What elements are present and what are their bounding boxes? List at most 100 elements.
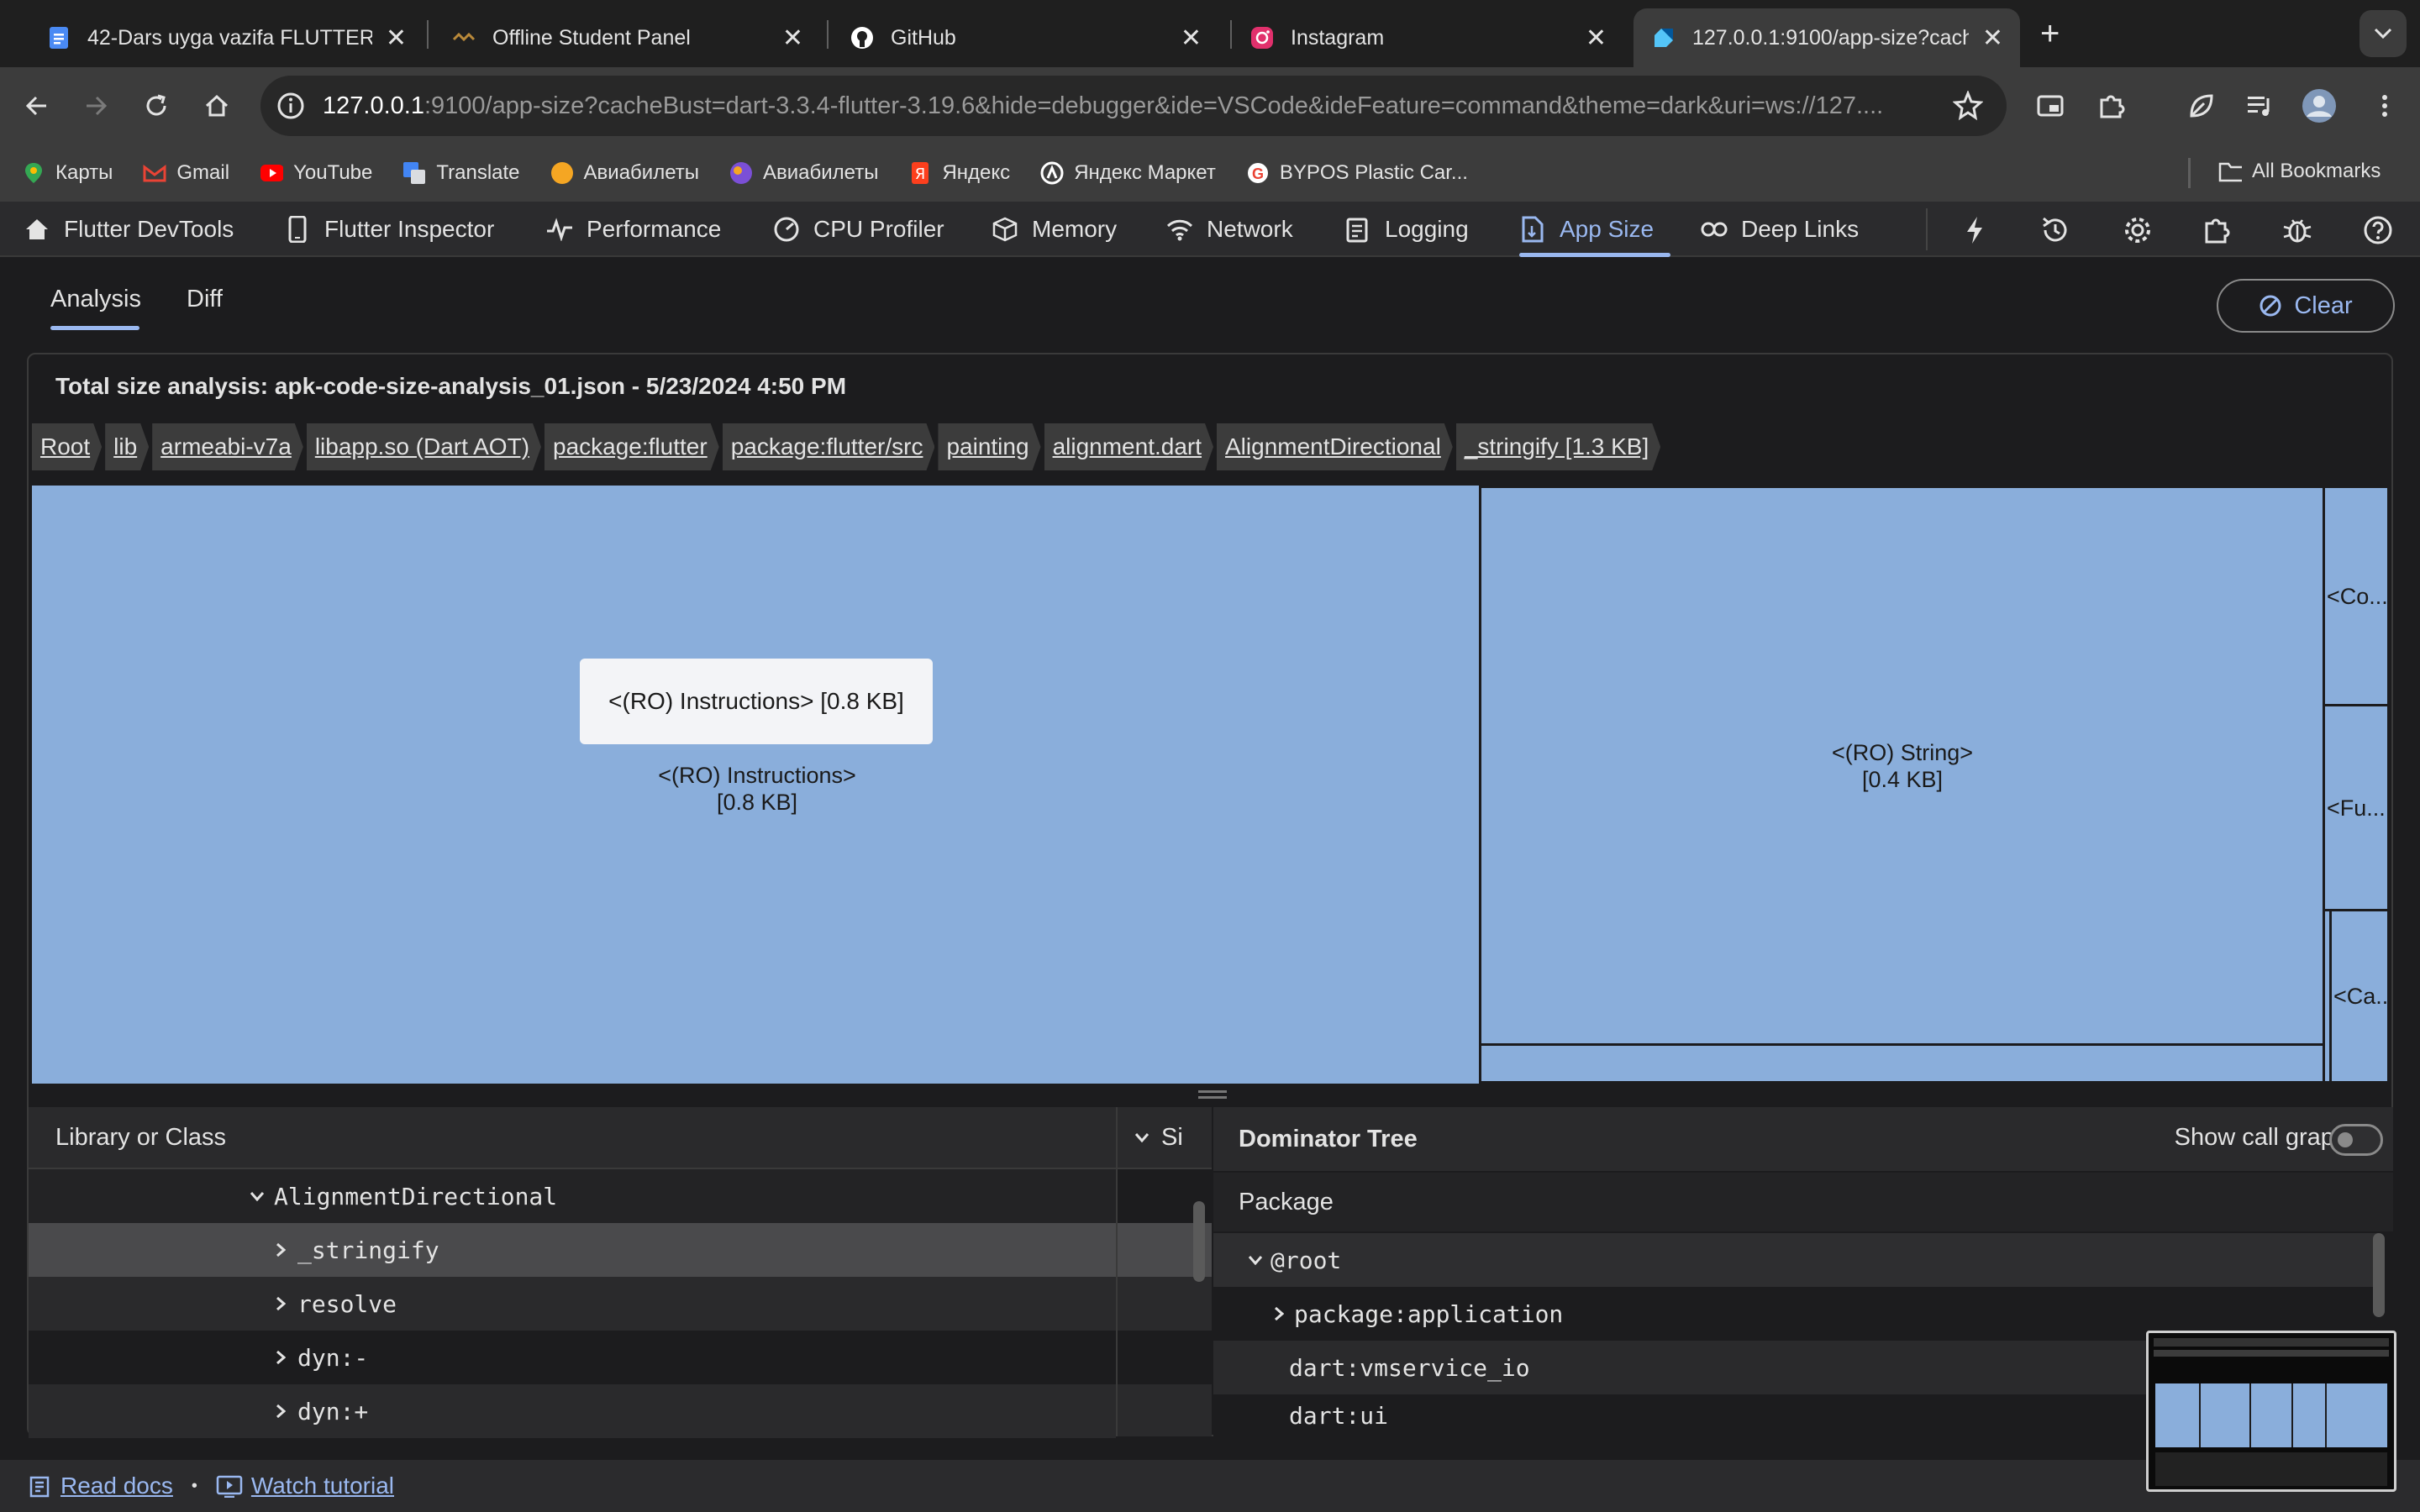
breadcrumb-item[interactable]: Root bbox=[32, 423, 102, 470]
browser-tab-strip: 42-Dars uyga vazifa FLUTTER ✕ Offline St… bbox=[0, 0, 2420, 67]
bookmark-item[interactable]: Translate bbox=[402, 161, 520, 185]
close-icon[interactable]: ✕ bbox=[782, 24, 803, 53]
subtab-diff[interactable]: Diff bbox=[187, 286, 223, 313]
tab-cpu-profiler[interactable]: CPU Profiler bbox=[773, 202, 944, 257]
forward-icon[interactable] bbox=[77, 87, 114, 124]
watch-tutorial-link[interactable]: Watch tutorial bbox=[251, 1473, 394, 1499]
settings-gear-icon[interactable] bbox=[2121, 213, 2154, 247]
breadcrumb-item[interactable]: armeabi-v7a bbox=[152, 423, 303, 470]
market-icon bbox=[1040, 161, 1064, 185]
all-bookmarks-button[interactable]: All Bookmarks bbox=[2218, 160, 2381, 183]
tab-deep-links[interactable]: Deep Links bbox=[1701, 202, 1859, 257]
close-icon[interactable]: ✕ bbox=[1181, 24, 1202, 53]
browser-tab-instagram[interactable]: Instagram ✕ bbox=[1232, 8, 1623, 67]
tab-app-size[interactable]: App Size bbox=[1519, 202, 1671, 257]
chevron-right-icon bbox=[269, 1350, 292, 1365]
tab-search-icon[interactable] bbox=[2360, 10, 2407, 57]
browser-tab-github[interactable]: GitHub ✕ bbox=[832, 8, 1218, 67]
breadcrumb-item[interactable]: lib bbox=[105, 423, 149, 470]
close-icon[interactable]: ✕ bbox=[1586, 24, 1607, 53]
address-bar[interactable]: 127.0.0.1:9100/app-size?cacheBust=dart-3… bbox=[260, 76, 2007, 136]
hot-restart-icon[interactable] bbox=[2039, 213, 2072, 247]
table-row[interactable]: AlignmentDirectional bbox=[29, 1169, 1116, 1223]
column-header-size[interactable]: Si bbox=[1118, 1107, 1212, 1168]
bug-report-icon[interactable] bbox=[2281, 213, 2314, 247]
wifi-icon bbox=[1166, 216, 1193, 243]
clear-button[interactable]: Clear bbox=[2217, 279, 2395, 333]
tab-label: Performance bbox=[587, 216, 722, 242]
tab-performance[interactable]: Performance bbox=[546, 202, 721, 257]
table-row[interactable]: dyn:+ bbox=[29, 1384, 1116, 1438]
breadcrumb-item[interactable]: libapp.so (Dart AOT) bbox=[307, 423, 541, 470]
cast-icon[interactable] bbox=[2032, 87, 2069, 124]
tab-title: Offline Student Panel bbox=[492, 25, 691, 50]
url-text[interactable]: 127.0.0.1:9100/app-size?cacheBust=dart-3… bbox=[323, 92, 1986, 120]
breadcrumb-item[interactable]: _stringify [1.3 KB] bbox=[1456, 423, 1660, 470]
back-icon[interactable] bbox=[18, 87, 55, 124]
close-icon[interactable]: ✕ bbox=[386, 24, 407, 53]
subtab-analysis[interactable]: Analysis bbox=[50, 286, 141, 313]
close-icon[interactable]: ✕ bbox=[1982, 24, 2003, 53]
treemap-tooltip: <(RO) Instructions> [0.8 KB] bbox=[580, 659, 933, 744]
bookmark-item[interactable]: Я Яндекс bbox=[908, 161, 1010, 185]
scrollbar-thumb[interactable] bbox=[2373, 1233, 2385, 1317]
treemap-cell-ca[interactable]: <Ca... bbox=[2329, 909, 2390, 1084]
tree-row[interactable]: @root bbox=[1213, 1233, 2378, 1287]
bookmark-item[interactable]: Авиабилеты bbox=[550, 161, 699, 185]
breadcrumb-item[interactable]: alignment.dart bbox=[1044, 423, 1213, 470]
bookmark-item[interactable]: Gmail bbox=[143, 161, 229, 185]
cell-size: [0.8 KB] bbox=[716, 790, 798, 815]
devtools-navbar: Flutter DevTools Flutter Inspector Perfo… bbox=[0, 202, 2420, 257]
breadcrumb-item[interactable]: package:flutter bbox=[544, 423, 719, 470]
treemap-cell-string[interactable]: <(RO) String> [0.4 KB] bbox=[1479, 486, 2326, 1047]
breadcrumb-item[interactable]: AlignmentDirectional bbox=[1217, 423, 1453, 470]
browser-tab-docs[interactable]: 42-Dars uyga vazifa FLUTTER ✕ bbox=[29, 8, 424, 67]
media-controls-icon[interactable] bbox=[2242, 87, 2279, 124]
tab-flutter-inspector[interactable]: Flutter Inspector bbox=[284, 202, 494, 257]
menu-kebab-icon[interactable] bbox=[2366, 87, 2403, 124]
hot-reload-icon[interactable] bbox=[1958, 213, 1991, 247]
new-tab-icon[interactable]: + bbox=[2040, 15, 2060, 53]
treemap-cell[interactable] bbox=[1479, 1043, 2326, 1084]
bookmark-item[interactable]: YouTube bbox=[260, 161, 372, 185]
bookmark-label: Авиабилеты bbox=[763, 161, 879, 184]
tab-network[interactable]: Network bbox=[1166, 202, 1293, 257]
column-header-package[interactable]: Package bbox=[1213, 1173, 2393, 1231]
performance-leaf-icon[interactable] bbox=[2183, 87, 2220, 124]
table-row[interactable]: resolve bbox=[29, 1277, 1116, 1331]
scrollbar-thumb[interactable] bbox=[1193, 1201, 1205, 1282]
block-icon bbox=[2259, 294, 2282, 318]
tab-label: App Size bbox=[1560, 216, 1655, 242]
site-info-icon[interactable] bbox=[276, 91, 306, 121]
tab-memory[interactable]: Memory bbox=[992, 202, 1117, 257]
extensions-puzzle-icon[interactable] bbox=[2200, 213, 2233, 247]
column-header-library[interactable]: Library or Class bbox=[29, 1107, 1116, 1168]
reload-icon[interactable] bbox=[138, 87, 175, 124]
table-row-selected[interactable]: _stringify bbox=[29, 1223, 1116, 1277]
bookmark-star-icon[interactable] bbox=[1953, 91, 1983, 121]
screenshot-preview-thumbnail[interactable] bbox=[2146, 1331, 2396, 1492]
profile-avatar[interactable] bbox=[2301, 87, 2338, 124]
browser-tab-offline-panel[interactable]: Offline Student Panel ✕ bbox=[434, 8, 820, 67]
split-handle[interactable] bbox=[32, 1084, 2390, 1107]
help-icon[interactable] bbox=[2361, 213, 2395, 247]
tab-title: 42-Dars uyga vazifa FLUTTER bbox=[87, 25, 372, 50]
bookmark-item[interactable]: Карты bbox=[22, 161, 113, 185]
treemap: <(RO) Instructions> [0.8 KB] <(RO) String… bbox=[32, 486, 2390, 1084]
tab-logging[interactable]: Logging bbox=[1344, 202, 1469, 257]
treemap-cell-co[interactable]: <Co... bbox=[2323, 486, 2390, 707]
extensions-icon[interactable] bbox=[2092, 87, 2129, 124]
bookmark-item[interactable]: Авиабилеты bbox=[729, 161, 878, 185]
browser-tab-devtools[interactable]: 127.0.0.1:9100/app-size?cacheBust ✕ bbox=[1634, 8, 2020, 67]
breadcrumb-item[interactable]: painting bbox=[938, 423, 1040, 470]
home-button-icon[interactable] bbox=[198, 87, 235, 124]
tab-flutter-devtools[interactable]: Flutter DevTools bbox=[24, 202, 234, 257]
table-row[interactable]: dyn:- bbox=[29, 1331, 1116, 1384]
treemap-cell-fu[interactable]: <Fu... bbox=[2323, 704, 2390, 912]
show-call-graph-toggle[interactable] bbox=[2329, 1124, 2383, 1156]
treemap-cell-instructions[interactable]: <(RO) Instructions> [0.8 KB] bbox=[32, 486, 1482, 1084]
breadcrumb-item[interactable]: package:flutter/src bbox=[723, 423, 935, 470]
read-docs-link[interactable]: Read docs bbox=[60, 1473, 173, 1499]
bookmark-item[interactable]: G BYPOS Plastic Car... bbox=[1246, 161, 1468, 185]
bookmark-item[interactable]: Яндекс Маркет bbox=[1040, 161, 1216, 185]
